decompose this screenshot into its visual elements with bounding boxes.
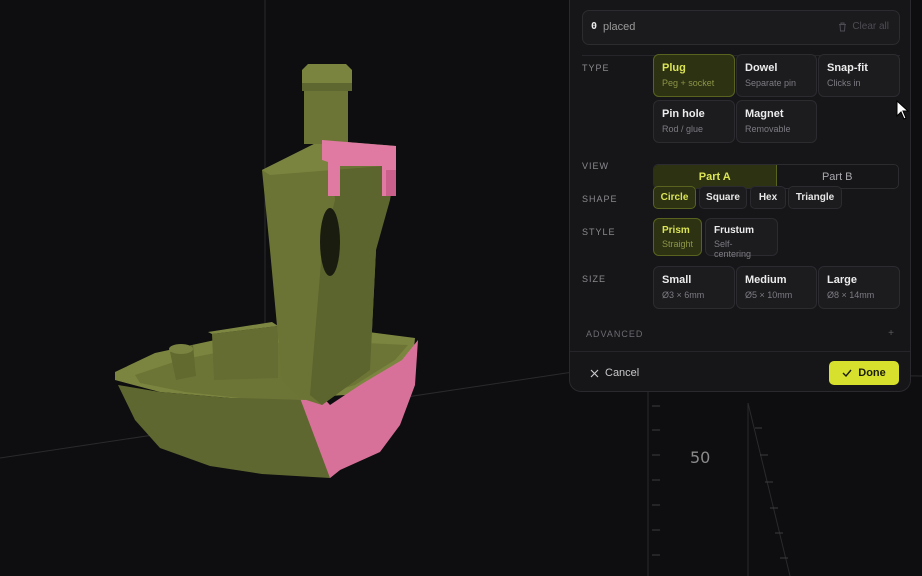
style-prism-option[interactable]: Prism Straight	[653, 218, 702, 256]
size-small-title: Small	[662, 274, 692, 286]
type-magnet-subtitle: Removable	[745, 124, 791, 134]
type-dowel-title: Dowel	[745, 62, 778, 74]
done-label: Done	[858, 367, 886, 379]
shape-square-option[interactable]: Square	[699, 186, 747, 209]
size-large-subtitle: Ø8 × 14mm	[827, 290, 875, 300]
connector-panel: 0 placed Clear all TYPE Plug Peg + socke…	[569, 0, 911, 392]
type-plug-subtitle: Peg + socket	[662, 78, 715, 88]
view-part-b-tab[interactable]: Part B	[777, 165, 899, 188]
type-magnet-title: Magnet	[745, 108, 784, 120]
type-pin-hole-option[interactable]: Pin hole Rod / glue	[653, 100, 735, 143]
close-icon	[590, 369, 599, 377]
advanced-plus-icon[interactable]: +	[888, 328, 894, 339]
type-magnet-option[interactable]: Magnet Removable	[736, 100, 817, 143]
type-dowel-option[interactable]: Dowel Separate pin	[736, 54, 817, 97]
style-label: STYLE	[582, 227, 616, 237]
style-frustum-option[interactable]: Frustum Self-centering	[705, 218, 778, 259]
size-medium-title: Medium	[745, 274, 787, 286]
style-frustum-title: Frustum	[714, 225, 754, 236]
size-label: SIZE	[582, 274, 607, 284]
shape-label: SHAPE	[582, 194, 618, 204]
size-medium-subtitle: Ø5 × 10mm	[745, 290, 793, 300]
type-pin-hole-subtitle: Rod / glue	[662, 124, 704, 134]
size-large-title: Large	[827, 274, 857, 286]
footer-divider	[570, 351, 910, 352]
cancel-button[interactable]: Cancel	[590, 367, 639, 379]
style-prism-subtitle: Straight	[662, 239, 694, 249]
shape-circle-option[interactable]: Circle	[653, 186, 696, 209]
ruler-ticks	[652, 405, 788, 559]
type-snap-fit-title: Snap-fit	[827, 62, 868, 74]
placed-bar: 0 placed Clear all	[582, 10, 900, 45]
shape-hex-option[interactable]: Hex	[750, 186, 786, 209]
placed-label: placed	[603, 21, 636, 33]
size-medium-option[interactable]: Medium Ø5 × 10mm	[736, 266, 817, 309]
trash-icon	[839, 22, 847, 31]
advanced-toggle[interactable]: ADVANCED	[586, 329, 643, 339]
size-small-option[interactable]: Small Ø3 × 6mm	[653, 266, 735, 309]
type-label: TYPE	[582, 63, 610, 73]
mouse-cursor-icon	[896, 100, 910, 120]
ruler-label: 50	[690, 448, 710, 467]
view-part-a-tab[interactable]: Part A	[654, 165, 777, 188]
size-small-subtitle: Ø3 × 6mm	[662, 290, 705, 300]
type-plug-title: Plug	[662, 62, 686, 74]
style-frustum-subtitle: Self-centering	[714, 239, 752, 259]
type-pin-hole-title: Pin hole	[662, 108, 705, 120]
clear-all-label: Clear all	[852, 21, 889, 32]
type-snap-fit-option[interactable]: Snap-fit Clicks in	[818, 54, 900, 97]
done-button[interactable]: Done	[829, 361, 899, 385]
style-prism-title: Prism	[662, 225, 690, 236]
type-plug-option[interactable]: Plug Peg + socket	[653, 54, 735, 97]
clear-all-button[interactable]: Clear all	[838, 21, 889, 32]
type-snap-fit-subtitle: Clicks in	[827, 78, 861, 88]
type-dowel-subtitle: Separate pin	[745, 78, 797, 88]
shape-triangle-option[interactable]: Triangle	[788, 186, 842, 209]
size-large-option[interactable]: Large Ø8 × 14mm	[818, 266, 900, 309]
boat-model[interactable]	[115, 64, 418, 478]
view-label: VIEW	[582, 161, 610, 171]
check-icon	[842, 369, 852, 377]
cancel-label: Cancel	[605, 367, 640, 379]
placed-count: 0	[591, 21, 598, 32]
